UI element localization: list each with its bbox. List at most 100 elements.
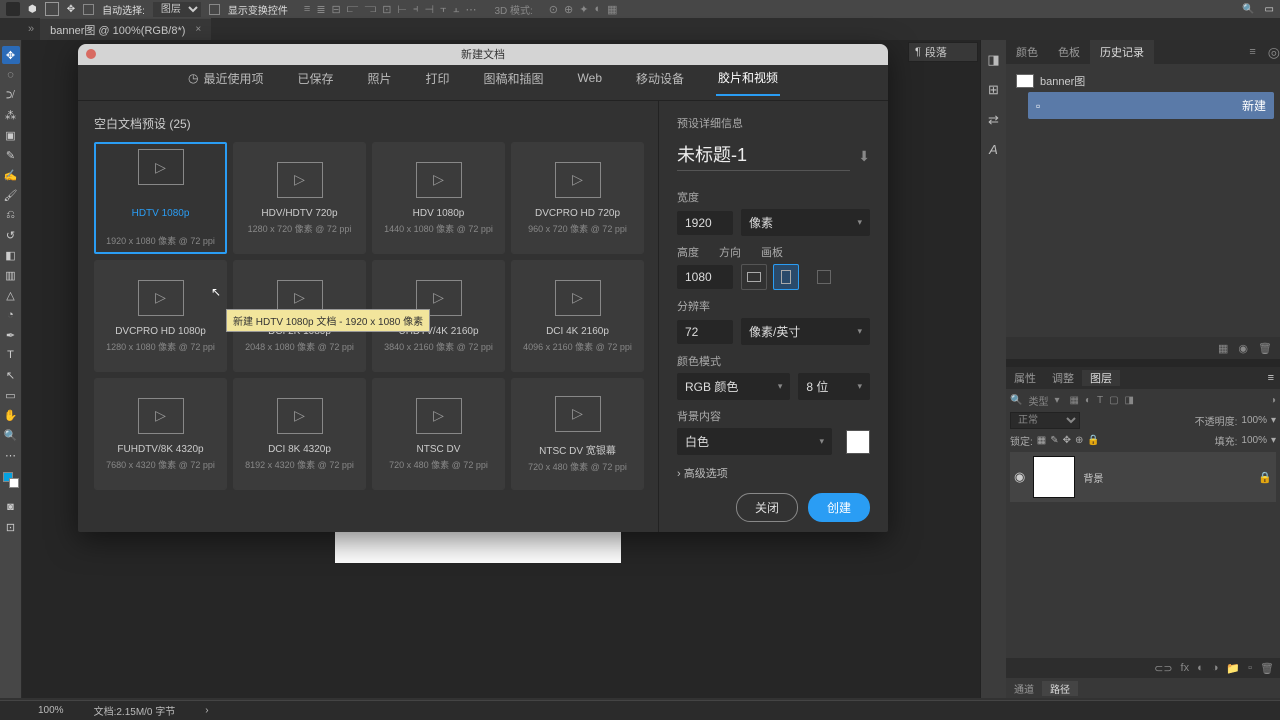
tab-film-video[interactable]: 胶片和视频 bbox=[716, 69, 780, 96]
preset-card[interactable]: ▷NTSC DV720 x 480 像素 @ 72 ppi bbox=[372, 378, 505, 490]
workspace-icon[interactable]: ▭ bbox=[1265, 4, 1274, 15]
colormode-select[interactable]: RGB 颜色▾ bbox=[677, 373, 790, 400]
tab-adjustments[interactable]: 调整 bbox=[1044, 370, 1082, 386]
type-tool-icon[interactable]: T bbox=[2, 346, 20, 364]
filter-icon[interactable]: ▢ bbox=[1109, 395, 1118, 406]
tab-properties[interactable]: 属性 bbox=[1006, 370, 1044, 386]
filter-icon[interactable]: ◐ bbox=[1085, 395, 1091, 406]
layer-row[interactable]: ◉ 背景 🔒 bbox=[1010, 452, 1276, 502]
zoom-level[interactable]: 100% bbox=[38, 705, 64, 716]
swatch-icon[interactable]: ◨ bbox=[987, 52, 999, 68]
lock-icon[interactable]: ⊕ bbox=[1075, 435, 1083, 446]
filter-icon[interactable]: ◨ bbox=[1125, 395, 1134, 406]
history-snapshot[interactable]: banner图 bbox=[1012, 70, 1274, 92]
align-icon[interactable]: ≡ bbox=[304, 3, 310, 16]
blur-tool-icon[interactable]: △ bbox=[2, 286, 20, 304]
marquee-tool-icon[interactable]: ◌ bbox=[2, 66, 20, 84]
resolution-unit-select[interactable]: 像素/英寸▾ bbox=[741, 318, 870, 345]
bg-select[interactable]: 白色▾ bbox=[677, 428, 832, 455]
gradient-tool-icon[interactable]: ▥ bbox=[2, 266, 20, 284]
close-window-icon[interactable] bbox=[86, 49, 96, 59]
align-icon[interactable]: ⫍ bbox=[347, 3, 359, 16]
preset-card[interactable]: ▷DCI 4K 2160p4096 x 2160 像素 @ 72 ppi bbox=[511, 260, 644, 372]
panel-menu-icon[interactable]: ≡ bbox=[1262, 372, 1280, 384]
chevron-icon[interactable]: › bbox=[205, 705, 208, 716]
colordepth-select[interactable]: 8 位▾ bbox=[798, 373, 870, 400]
tab-color[interactable]: 颜色 bbox=[1006, 40, 1048, 64]
align-icon[interactable]: ⊟ bbox=[332, 3, 341, 16]
distribute-icon[interactable]: ⋯ bbox=[465, 3, 476, 16]
dialog-titlebar[interactable]: 新建文档 bbox=[78, 44, 888, 65]
preset-card[interactable]: ▷HDV 1080p1440 x 1080 像素 @ 72 ppi bbox=[372, 142, 505, 254]
doc-name-input[interactable]: 未标题-1 bbox=[677, 141, 850, 171]
height-input[interactable] bbox=[677, 265, 733, 289]
preset-card[interactable]: ▷HDTV 1080p1920 x 1080 像素 @ 72 ppi bbox=[94, 142, 227, 254]
crop-tool-icon[interactable]: ▣ bbox=[2, 126, 20, 144]
path-tool-icon[interactable]: ↖ bbox=[2, 366, 20, 384]
move-tool-icon[interactable]: ✥ bbox=[2, 46, 20, 64]
eyedropper-tool-icon[interactable]: ✎ bbox=[2, 146, 20, 164]
doc-info[interactable]: 文档:2.15M/0 字节 bbox=[94, 703, 176, 718]
orientation-portrait[interactable] bbox=[741, 264, 767, 290]
folder-icon[interactable]: 📁 bbox=[1226, 662, 1240, 675]
adjust-icon[interactable]: ⇄ bbox=[988, 112, 999, 128]
lock-icon[interactable]: ✥ bbox=[1063, 435, 1071, 446]
tab-web[interactable]: Web bbox=[576, 71, 604, 93]
adjust-icon[interactable]: ◑ bbox=[1212, 662, 1219, 674]
history-step[interactable]: ▫ 新建 bbox=[1028, 92, 1274, 119]
width-input[interactable] bbox=[677, 211, 733, 235]
new-snap-icon[interactable]: ▦ bbox=[1218, 342, 1228, 355]
preset-card[interactable]: ▷HDV/HDTV 720p1280 x 720 像素 @ 72 ppi bbox=[233, 142, 366, 254]
tab-art[interactable]: 图稿和插图 bbox=[482, 70, 546, 95]
preset-card[interactable]: ▷NTSC DV 宽银幕720 x 480 像素 @ 72 ppi bbox=[511, 378, 644, 490]
align-icon[interactable]: ⫞ bbox=[413, 3, 419, 16]
align-icon[interactable]: ⊢ bbox=[397, 3, 407, 16]
lasso-tool-icon[interactable]: ⟉ bbox=[2, 86, 20, 104]
align-icon[interactable]: ⊡ bbox=[382, 3, 391, 16]
threed-icon[interactable]: ◐ bbox=[594, 3, 601, 16]
trash-icon[interactable]: 🗑 bbox=[1258, 342, 1272, 355]
filter-kind[interactable]: 类型 bbox=[1028, 393, 1048, 408]
brushes-icon[interactable]: ⊞ bbox=[988, 82, 999, 98]
stamp-tool-icon[interactable]: ⎌ bbox=[2, 206, 20, 224]
align-icon[interactable]: ≣ bbox=[316, 3, 325, 16]
history-brush-icon[interactable]: ↺ bbox=[2, 226, 20, 244]
filter-icon[interactable]: ▦ bbox=[1069, 395, 1078, 406]
eraser-tool-icon[interactable]: ◧ bbox=[2, 246, 20, 264]
tab-history[interactable]: 历史记录 bbox=[1090, 40, 1154, 64]
zoom-tool-icon[interactable]: 🔍 bbox=[2, 426, 20, 444]
lock-icon[interactable]: ✎ bbox=[1050, 435, 1058, 446]
lock-icon[interactable]: ▦ bbox=[1037, 435, 1046, 446]
tab-photo[interactable]: 照片 bbox=[365, 70, 393, 95]
width-unit-select[interactable]: 像素▾ bbox=[741, 209, 870, 236]
camera-icon[interactable]: ◉ bbox=[1238, 342, 1248, 355]
hand-tool-icon[interactable]: ✋ bbox=[2, 406, 20, 424]
pen-tool-icon[interactable]: ✒ bbox=[2, 326, 20, 344]
orientation-landscape[interactable] bbox=[773, 264, 799, 290]
screenmode-icon[interactable]: ⊡ bbox=[2, 518, 20, 536]
advanced-toggle[interactable]: › 高级选项 bbox=[677, 465, 870, 481]
home-icon[interactable]: ⬢ bbox=[28, 4, 37, 15]
mask-icon[interactable]: ◐ bbox=[1197, 662, 1204, 674]
close-button[interactable]: 关闭 bbox=[736, 493, 798, 522]
threed-icon[interactable]: ⊕ bbox=[564, 3, 573, 16]
filter-icon[interactable]: T bbox=[1097, 395, 1103, 406]
create-button[interactable]: 创建 bbox=[808, 493, 870, 522]
align-icon[interactable]: ⊣ bbox=[425, 3, 435, 16]
save-preset-icon[interactable]: ⬇ bbox=[858, 148, 870, 165]
trash-icon[interactable]: 🗑 bbox=[1260, 662, 1274, 675]
threed-icon[interactable]: ▦ bbox=[607, 3, 617, 16]
lock-icon[interactable]: 🔒 bbox=[1087, 435, 1099, 446]
preset-card[interactable]: ▷DCI 8K 4320p8192 x 4320 像素 @ 72 ppi bbox=[233, 378, 366, 490]
search-icon[interactable]: 🔍 bbox=[1242, 4, 1254, 15]
heal-tool-icon[interactable]: ✍ bbox=[2, 166, 20, 184]
more-icon[interactable]: ⋯ bbox=[2, 446, 20, 464]
styles-icon[interactable]: A bbox=[989, 142, 998, 157]
distribute-icon[interactable]: ⫠ bbox=[453, 3, 460, 16]
cc-icon[interactable]: ◎ bbox=[1268, 44, 1280, 61]
color-swatches[interactable] bbox=[3, 472, 19, 488]
brush-tool-icon[interactable]: 🖌 bbox=[2, 186, 20, 204]
tab-swatches[interactable]: 色板 bbox=[1048, 40, 1090, 64]
lock-icon[interactable]: 🔒 bbox=[1258, 471, 1272, 484]
quickmask-icon[interactable]: ◙ bbox=[2, 498, 20, 516]
